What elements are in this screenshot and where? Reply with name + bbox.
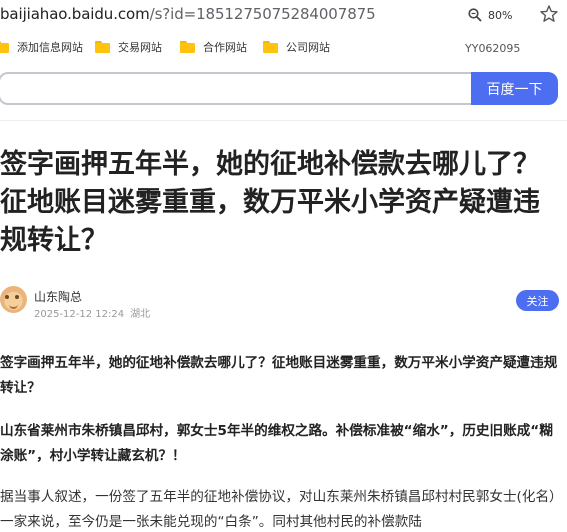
follow-button[interactable]: 关注 [516,290,559,311]
folder-icon [95,41,110,53]
bookmark-star-icon[interactable] [539,4,559,24]
article-paragraph-1: 签字画押五年半，她的征地补偿款去哪儿了？征地账目迷雾重重，数万平米小学资产疑遭违… [0,355,558,396]
bookmark-partner-sites[interactable]: 合作网站 [180,38,247,56]
bookmarks-bar: 添加信息网站 交易网站 合作网站 公司网站 YY062095 [0,34,567,60]
bookmark-extra-label[interactable]: YY062095 [465,42,520,55]
zoom-search-icon [468,8,482,22]
url-path: /s?id=1851275075284007875 [149,5,376,23]
bookmark-label: 添加信息网站 [17,41,83,54]
publish-date: 2025-12-12 12:24 [34,309,125,320]
publish-location: 湖北 [130,309,151,320]
zoom-indicator[interactable]: 80% [468,6,512,24]
article-paragraph-2: 山东省莱州市朱桥镇昌邱村，郭女士5年半的维权之路。补偿标准被“缩水”，历史旧账成… [0,423,553,464]
author-name[interactable]: 山东陶总 [34,288,82,305]
divider [0,120,567,121]
search-bar: 百度一下 [0,72,558,105]
article-paragraph-3: 据当事人叙述，一份签了五年半的征地补偿协议，对山东莱州朱桥镇昌邱村村民郭女士(化… [0,489,556,530]
address-bar[interactable]: baijiahao.baidu.com/s?id=185127507528400… [0,0,567,32]
bookmark-add-info-sites[interactable]: 添加信息网站 [0,38,83,56]
bookmark-trading-sites[interactable]: 交易网站 [95,38,162,56]
author-avatar[interactable] [0,286,27,313]
search-button[interactable]: 百度一下 [471,72,558,105]
article-title: 签字画押五年半，她的征地补偿款去哪儿了？征地账目迷雾重重，数万平米小学资产疑遭违… [0,149,540,256]
bookmark-company-sites[interactable]: 公司网站 [263,38,330,56]
folder-icon [0,41,9,53]
folder-icon [180,41,195,53]
bookmark-label: 交易网站 [118,41,162,54]
url-host: baijiahao.baidu.com [0,5,150,23]
search-input[interactable] [0,72,474,105]
url-text[interactable]: baijiahao.baidu.com/s?id=185127507528400… [0,5,376,23]
zoom-level: 80% [488,8,513,22]
bookmark-label: 公司网站 [286,41,330,54]
folder-icon [263,41,278,53]
bookmark-label: 合作网站 [203,41,247,54]
article-meta: 2025-12-12 12:24 湖北 [34,305,150,320]
